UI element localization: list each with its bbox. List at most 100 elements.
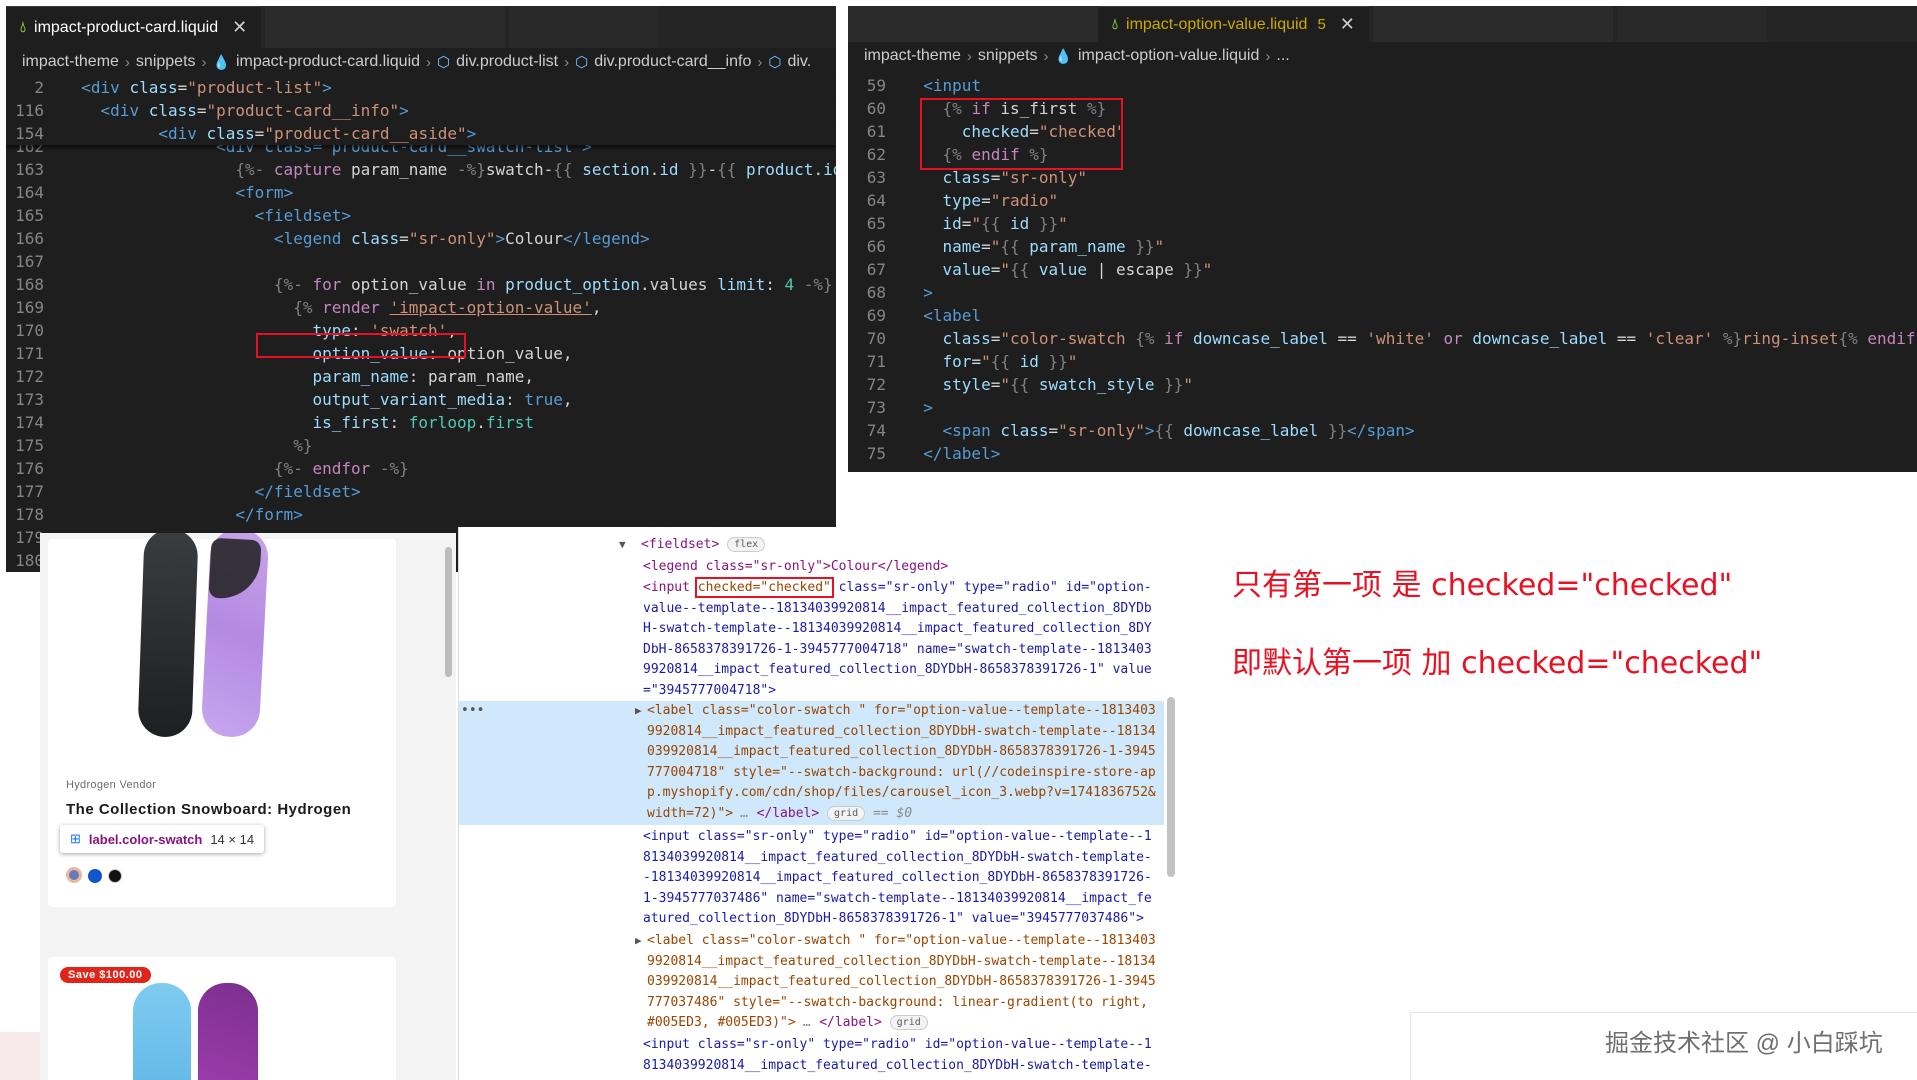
breadcrumb-item[interactable]: div.product-list (456, 53, 558, 71)
code-line[interactable]: 116 <div class="product-card__info"> (6, 99, 836, 122)
line-number: 59 (866, 76, 886, 95)
expand-triangle-icon[interactable]: ▶ (635, 701, 642, 722)
annotation-note-2: 即默认第一项 加 checked="checked" (1232, 646, 1763, 681)
code-line[interactable]: 70 class="color-swatch {% if downcase_la… (848, 327, 1917, 350)
code-line[interactable]: 167 (6, 250, 836, 273)
code-line[interactable]: 169 {% render 'impact-option-value', (6, 296, 836, 319)
liquid-file-icon: 💧︎ (20, 19, 27, 36)
breadcrumb-item[interactable]: div.product-card__info (594, 53, 751, 71)
selected-marker: == $0 (865, 805, 913, 821)
code-line[interactable]: 166 <legend class="sr-only">Colour</lege… (6, 227, 836, 250)
tab-impact-product-card[interactable]: 💧︎ impact-product-card.liquid ✕ (6, 6, 262, 48)
code-line[interactable]: 165 <fieldset> (6, 204, 836, 227)
color-swatch-1[interactable] (66, 867, 82, 883)
code-line[interactable]: 59 <input (848, 74, 1917, 97)
breadcrumb-item[interactable]: impact-theme (22, 53, 119, 71)
product-card[interactable]: Save $100.00 (48, 957, 396, 1080)
product-card[interactable]: Hydrogen Vendor The Collection Snowboard… (48, 533, 396, 907)
blurred-tab[interactable] (265, 6, 506, 48)
code-line[interactable]: 72 style="{{ swatch_style }}" (848, 373, 1917, 396)
breadcrumb-item[interactable]: impact-option-value.liquid (1078, 47, 1259, 65)
breadcrumb-item[interactable]: impact-theme (864, 47, 961, 65)
breadcrumb-item[interactable]: snippets (136, 53, 196, 71)
element-symbol-icon: ⬡ (575, 54, 589, 71)
close-tab-icon[interactable]: ✕ (232, 17, 247, 38)
code-line[interactable]: 173 output_variant_media: true, (6, 388, 836, 411)
code-line[interactable]: 71 for="{{ id }}" (848, 350, 1917, 373)
code-line[interactable]: 65 id="{{ id }}" (848, 212, 1917, 235)
code-line[interactable]: 75 </label> (848, 442, 1917, 465)
color-swatch-2[interactable] (88, 869, 102, 883)
watermark: 掘金技术社区 @ 小白踩坑 (1410, 1012, 1917, 1080)
line-text: > (923, 398, 933, 417)
breadcrumb-item[interactable]: div. (787, 53, 811, 71)
line-text: </label> (923, 444, 1001, 463)
chevron-right-icon: › (757, 53, 763, 71)
line-text: is_first: forloop.first (312, 413, 535, 432)
code-line[interactable]: 174 is_first: forloop.first (6, 411, 836, 434)
line-text: <label (923, 306, 982, 325)
breadcrumb-item[interactable]: ... (1276, 47, 1289, 65)
sticky-scroll-lines: 2 <div class="product-list"> 116 <div cla… (6, 76, 836, 145)
tooltip-selector: label.color-swatch (88, 831, 203, 847)
inspect-tooltip: ⊞ label.color-swatch 14 × 14 (60, 825, 265, 853)
code-line[interactable]: 176 {%- endfor -%} (6, 457, 836, 480)
liquid-file-icon: 💧 (212, 53, 230, 70)
tab-impact-option-value[interactable]: 💧︎ impact-option-value.liquid 5 ✕ (1098, 6, 1369, 42)
code-line[interactable]: 178 </form> (6, 503, 836, 526)
flex-badge[interactable]: flex (727, 537, 766, 552)
line-number: 163 (15, 160, 44, 179)
code-line[interactable]: 2 <div class="product-list"> (6, 76, 836, 99)
color-swatch-3[interactable] (108, 869, 122, 883)
chevron-right-icon: › (1265, 47, 1271, 65)
code-line[interactable]: 64 type="radio" (848, 189, 1917, 212)
background-strip (0, 1032, 40, 1080)
highlight-box-checked (920, 98, 1123, 170)
blurred-tab[interactable] (848, 6, 1098, 42)
line-number: 170 (15, 321, 44, 340)
code-line[interactable]: 68 > (848, 281, 1917, 304)
code-line[interactable]: 168 {%- for option_value in product_opti… (6, 273, 836, 296)
blurred-tab[interactable] (1372, 6, 1613, 42)
code-line[interactable]: 164 <form> (6, 181, 836, 204)
line-number: 166 (15, 229, 44, 248)
product-title[interactable]: The Collection Snowboard: Hydrogen (66, 801, 351, 818)
breadcrumb-item[interactable]: impact-product-card.liquid (236, 53, 420, 71)
code-line[interactable]: 66 name="{{ param_name }}" (848, 235, 1917, 258)
code-line[interactable]: 67 value="{{ value | escape }}" (848, 258, 1917, 281)
preview-scrollbar[interactable] (445, 547, 452, 677)
blurred-tab[interactable] (509, 6, 660, 48)
chevron-right-icon: › (124, 53, 130, 71)
close-tab-icon[interactable]: ✕ (1340, 14, 1355, 35)
sale-badge: Save $100.00 (60, 967, 151, 983)
breadcrumb-item[interactable]: snippets (978, 47, 1038, 65)
code-line[interactable]: 74 <span class="sr-only">{{ downcase_lab… (848, 419, 1917, 442)
line-text: <fieldset> (254, 206, 351, 225)
line-text: <input (923, 76, 982, 95)
line-number: 154 (15, 124, 44, 143)
line-number: 169 (15, 298, 44, 317)
code-line[interactable]: 175 %} (6, 434, 836, 457)
devtools-scrollbar[interactable] (1167, 697, 1175, 877)
watermark-text: 掘金技术社区 @ 小白踩坑 (1605, 1030, 1883, 1057)
element-symbol-icon: ⬡ (768, 54, 782, 71)
line-text: </form> (235, 505, 303, 524)
left-tab-bar: 💧︎ impact-product-card.liquid ✕ (6, 6, 836, 48)
expand-triangle-icon[interactable]: ▼ (619, 535, 626, 556)
code-line[interactable]: 172 param_name: param_name, (6, 365, 836, 388)
expand-triangle-icon[interactable]: ▶ (635, 931, 642, 952)
blurred-tab[interactable] (1616, 6, 1767, 42)
code-line[interactable]: 73 > (848, 396, 1917, 419)
label-close: </label> (748, 805, 820, 821)
row-menu-dots[interactable]: ••• (461, 701, 484, 722)
code-line[interactable]: 177 </fieldset> (6, 480, 836, 503)
code-line[interactable]: 163 {%- capture param_name -%}swatch-{{ … (6, 158, 836, 181)
line-number: 178 (15, 505, 44, 524)
label-row-selected[interactable]: ••• ▶ <label class="color-swatch " for="… (459, 701, 1164, 825)
code-line[interactable]: 69 <label (848, 304, 1917, 327)
grid-badge[interactable]: grid (889, 1015, 928, 1031)
grid-badge[interactable]: grid (827, 805, 866, 821)
code-line[interactable]: 154 <div class="product-card__aside"> (6, 122, 836, 145)
collapsed-ellipsis[interactable]: … (741, 806, 749, 821)
line-text: name="{{ param_name }}" (942, 237, 1165, 256)
